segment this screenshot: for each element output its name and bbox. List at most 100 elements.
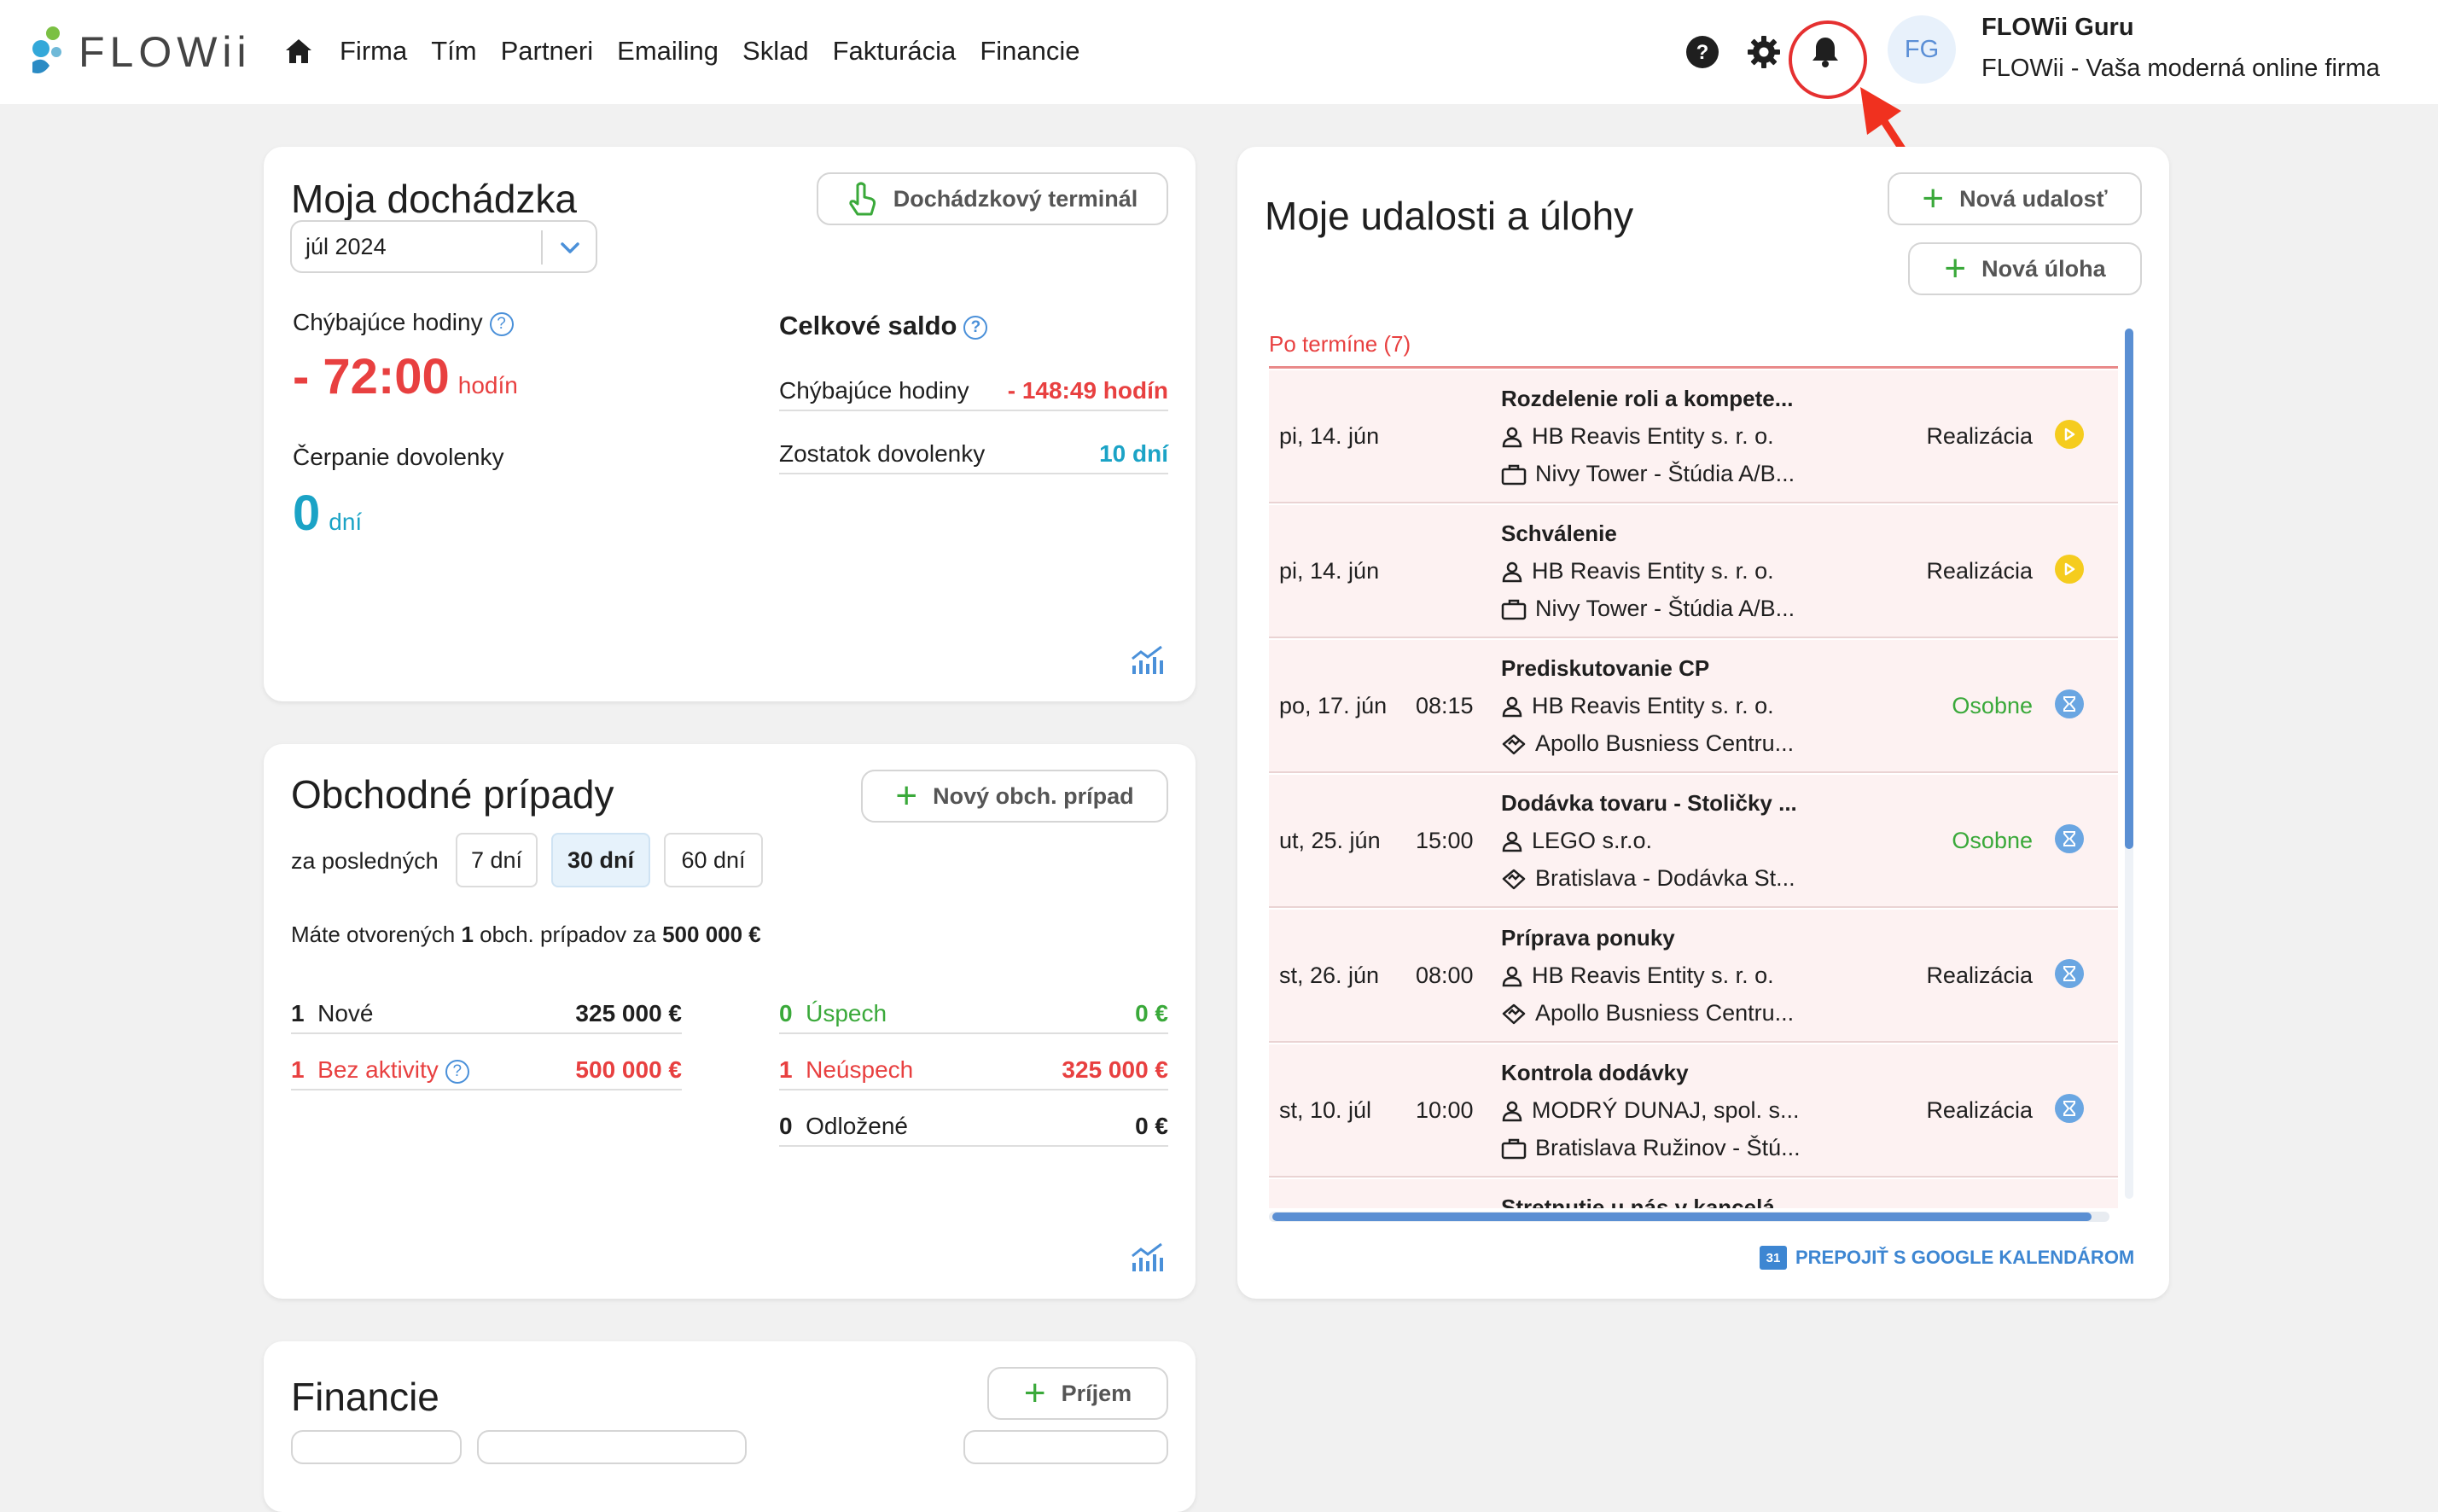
month-select[interactable]: júl 2024 xyxy=(290,220,597,273)
google-calendar-link[interactable]: 31 PREPOJIŤ S GOOGLE KALENDÁROM xyxy=(1760,1246,2134,1270)
event-row[interactable]: po, 17. jún 08:15 Prediskutovanie CP HB … xyxy=(1269,640,2118,773)
period-7-days[interactable]: 7 dní xyxy=(456,833,538,887)
deals-summary: Máte otvorených 1 obch. prípadov za 500 … xyxy=(291,922,761,948)
avatar[interactable]: FG xyxy=(1888,15,1956,84)
nav-item-partneri[interactable]: Partneri xyxy=(501,36,594,67)
new-task-button[interactable]: + Nová úloha xyxy=(1908,242,2142,295)
events-vertical-scrollbar[interactable] xyxy=(2125,329,2133,1199)
chart-icon[interactable] xyxy=(1131,645,1165,676)
balance-row-label: Zostatok dovolenky xyxy=(779,440,986,467)
deal-stat-value: 325 000 € xyxy=(1062,1056,1168,1083)
logo[interactable]: FLOWii xyxy=(26,22,252,82)
help-icon[interactable]: ? xyxy=(489,311,514,336)
event-partner-text: HB Reavis Entity s. r. o. xyxy=(1532,423,1774,449)
events-horizontal-scrollbar[interactable] xyxy=(1269,1212,2109,1222)
person-icon xyxy=(1502,831,1522,852)
deal-stat-value: 325 000 € xyxy=(575,1000,682,1026)
deal-stat-row[interactable]: 1 Neúspech 325 000 € xyxy=(779,1053,1168,1090)
event-title: Dodávka tovaru - Stoličky ... xyxy=(1501,790,1797,816)
new-deal-button[interactable]: + Nový obch. prípad xyxy=(861,770,1168,823)
chart-icon[interactable] xyxy=(1131,1242,1165,1273)
help-icon[interactable]: ? xyxy=(1684,34,1720,70)
deal-stat-count: 1 xyxy=(291,1056,305,1083)
attendance-title: Moja dochádzka xyxy=(291,177,577,221)
event-row[interactable]: pi, 14. jún Schválenie HB Reavis Entity … xyxy=(1269,505,2118,638)
finance-tab[interactable] xyxy=(477,1430,747,1464)
event-date: st, 26. jún xyxy=(1279,962,1380,988)
play-icon xyxy=(2055,555,2084,584)
main-nav: Firma Tím Partneri Emailing Sklad Faktur… xyxy=(282,26,1080,77)
deal-stat-row[interactable]: 1 Bez aktivity? 500 000 € xyxy=(291,1053,682,1090)
touch-icon xyxy=(849,182,876,216)
nav-item-fakturacia[interactable]: Fakturácia xyxy=(833,36,957,67)
deal-stat-value: 0 € xyxy=(1135,1113,1168,1139)
summary-amount: 500 000 € xyxy=(662,922,761,947)
event-row[interactable]: st, 10. júl 10:00 Kontrola dodávky MODRÝ… xyxy=(1269,1044,2118,1178)
new-task-label: Nová úloha xyxy=(1981,255,2106,282)
logo-text: FLOWii xyxy=(79,28,252,76)
new-event-button[interactable]: + Nová udalosť xyxy=(1888,172,2142,225)
person-icon xyxy=(1502,561,1522,582)
gear-icon[interactable] xyxy=(1746,34,1782,70)
nav-item-sklad[interactable]: Sklad xyxy=(742,36,809,67)
event-partner-text: LEGO s.r.o. xyxy=(1532,828,1653,853)
help-icon[interactable]: ? xyxy=(445,1059,469,1084)
nav-item-financie[interactable]: Financie xyxy=(980,36,1079,67)
scrollbar-thumb[interactable] xyxy=(1272,1213,2092,1221)
missing-hours-value: - 72:00 xyxy=(293,349,450,404)
event-row[interactable]: Stretnutie u nás v kancelá... xyxy=(1269,1179,2118,1208)
event-date: st, 10. júl xyxy=(1279,1097,1372,1123)
income-label: Príjem xyxy=(1061,1380,1132,1406)
nav-item-tim[interactable]: Tím xyxy=(431,36,476,67)
finance-card: Financie + Príjem xyxy=(264,1341,1196,1512)
deal-stat-row[interactable]: 1 Nové 325 000 € xyxy=(291,997,682,1034)
event-status: Realizácia xyxy=(1926,1097,2033,1123)
event-row[interactable]: pi, 14. jún Rozdelenie roli a kompete...… xyxy=(1269,370,2118,503)
deal-stat-label: Nové xyxy=(317,1000,374,1026)
event-place-text: Apollo Busniess Centru... xyxy=(1535,1000,1795,1026)
events-title: Moje udalosti a úlohy xyxy=(1265,194,1634,238)
google-calendar-link-label: PREPOJIŤ S GOOGLE KALENDÁROM xyxy=(1795,1247,2135,1268)
deal-stat-row[interactable]: 0 Odložené 0 € xyxy=(779,1109,1168,1147)
event-time: 10:00 xyxy=(1416,1097,1474,1123)
nav-item-firma[interactable]: Firma xyxy=(340,36,407,67)
deal-stat-row[interactable]: 0 Úspech 0 € xyxy=(779,997,1168,1034)
event-partner-text: HB Reavis Entity s. r. o. xyxy=(1532,962,1774,988)
missing-hours-label: Chýbajúce hodiny? xyxy=(293,309,514,336)
event-date: ut, 25. jún xyxy=(1279,828,1381,853)
period-label: za posledných xyxy=(291,848,439,874)
events-list: pi, 14. jún Rozdelenie roli a kompete...… xyxy=(1269,370,2118,1208)
vacation-label: Čerpanie dovolenky xyxy=(293,444,504,470)
deal-stat-count: 1 xyxy=(779,1056,793,1083)
finance-tab[interactable] xyxy=(291,1430,462,1464)
missing-hours: - 72:00 hodín xyxy=(293,348,518,405)
finance-tab[interactable] xyxy=(963,1430,1168,1464)
event-row[interactable]: st, 26. jún 08:00 Príprava ponuky HB Rea… xyxy=(1269,910,2118,1043)
event-time: 08:15 xyxy=(1416,693,1474,718)
scrollbar-thumb[interactable] xyxy=(2125,329,2133,849)
event-partner: MODRÝ DUNAJ, spol. s... xyxy=(1501,1097,1800,1124)
event-time: 08:00 xyxy=(1416,962,1474,988)
balance-row-value: - 148:49 hodín xyxy=(1007,377,1168,404)
plus-icon: + xyxy=(1944,247,1967,289)
event-title: Prediskutovanie CP xyxy=(1501,655,1710,681)
home-icon[interactable] xyxy=(282,34,316,68)
help-icon[interactable]: ? xyxy=(963,315,988,340)
new-event-label: Nová udalosť xyxy=(1959,185,2108,212)
nav-item-emailing[interactable]: Emailing xyxy=(617,36,719,67)
event-date: pi, 14. jún xyxy=(1279,558,1380,584)
attendance-terminal-label: Dochádzkový terminál xyxy=(893,185,1138,212)
user-company: FLOWii - Vaša moderná online firma xyxy=(1981,55,2380,82)
event-title: Rozdelenie roli a kompete... xyxy=(1501,386,1794,411)
overdue-header[interactable]: Po termíne (7) xyxy=(1269,329,2118,369)
event-place: Nivy Tower - Štúdia A/B... xyxy=(1501,596,1795,622)
attendance-terminal-button[interactable]: Dochádzkový terminál xyxy=(817,172,1168,225)
select-divider xyxy=(541,230,543,265)
income-button[interactable]: + Príjem xyxy=(987,1367,1168,1420)
event-row[interactable]: ut, 25. jún 15:00 Dodávka tovaru - Stoli… xyxy=(1269,775,2118,908)
event-partner: HB Reavis Entity s. r. o. xyxy=(1501,558,1774,584)
period-60-days[interactable]: 60 dní xyxy=(664,833,763,887)
period-30-days[interactable]: 30 dní xyxy=(551,833,650,887)
event-date: pi, 14. jún xyxy=(1279,423,1380,449)
vacation-value: 0 xyxy=(293,486,321,541)
